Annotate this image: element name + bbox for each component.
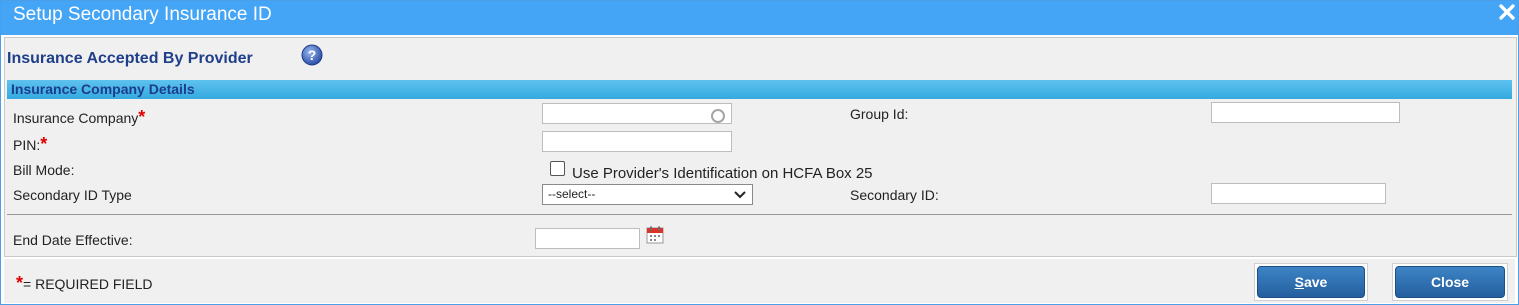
close-button-frame: Close: [1392, 263, 1508, 301]
insurance-company-label: Insurance Company*: [13, 107, 145, 128]
divider: [7, 214, 1512, 215]
form-panel: Insurance Accepted By Provider ? Insuran…: [4, 37, 1517, 257]
group-id-label: Group Id:: [850, 106, 909, 122]
help-icon[interactable]: ?: [301, 44, 323, 66]
bill-mode-label: Bill Mode:: [13, 162, 75, 178]
setup-secondary-insurance-dialog: Setup Secondary Insurance ID Insurance A…: [0, 0, 1519, 305]
required-field-note: *= REQUIRED FIELD: [16, 273, 153, 294]
save-label-accesskey: S: [1294, 274, 1304, 290]
use-provider-id-checkbox-label: Use Provider's Identification on HCFA Bo…: [572, 165, 873, 182]
close-button[interactable]: Close: [1395, 266, 1505, 298]
end-date-effective-input[interactable]: [535, 228, 640, 249]
header-label: Insurance Company Details: [11, 81, 195, 97]
pin-label-text: PIN:: [13, 137, 41, 153]
calendar-icon[interactable]: [646, 226, 664, 244]
insurance-company-details-header: Insurance Company Details: [7, 80, 1512, 99]
required-field-text: = REQUIRED FIELD: [23, 276, 153, 292]
end-date-effective-label: End Date Effective:: [13, 232, 133, 248]
secondary-id-label: Secondary ID:: [850, 187, 939, 203]
secondary-id-input[interactable]: [1211, 183, 1386, 204]
secondary-id-type-select[interactable]: --select--: [542, 184, 753, 205]
required-marker: *: [138, 107, 146, 127]
secondary-id-type-label: Secondary ID Type: [13, 187, 132, 203]
chevron-down-icon: [734, 191, 746, 199]
save-label-rest: ave: [1303, 274, 1328, 290]
use-provider-id-checkbox[interactable]: [550, 161, 565, 176]
save-button-frame: Save: [1254, 263, 1368, 301]
pin-input[interactable]: [542, 131, 732, 152]
group-id-input[interactable]: [1211, 102, 1400, 123]
dialog-title: Setup Secondary Insurance ID: [13, 4, 272, 25]
svg-text:?: ?: [308, 47, 317, 63]
required-marker: *: [16, 273, 24, 293]
required-marker: *: [40, 134, 48, 154]
close-icon[interactable]: [1498, 3, 1516, 21]
save-button[interactable]: Save: [1257, 266, 1365, 298]
lookup-icon[interactable]: [711, 109, 725, 123]
insurance-company-label-text: Insurance Company: [13, 110, 139, 126]
insurance-company-input[interactable]: [542, 103, 732, 124]
pin-label: PIN:*: [13, 134, 47, 155]
secondary-id-type-value: --select--: [548, 187, 596, 201]
dialog-titlebar: Setup Secondary Insurance ID: [1, 1, 1518, 35]
section-title: Insurance Accepted By Provider: [7, 50, 253, 67]
dialog-footer: *= REQUIRED FIELD Save Close: [4, 259, 1515, 303]
